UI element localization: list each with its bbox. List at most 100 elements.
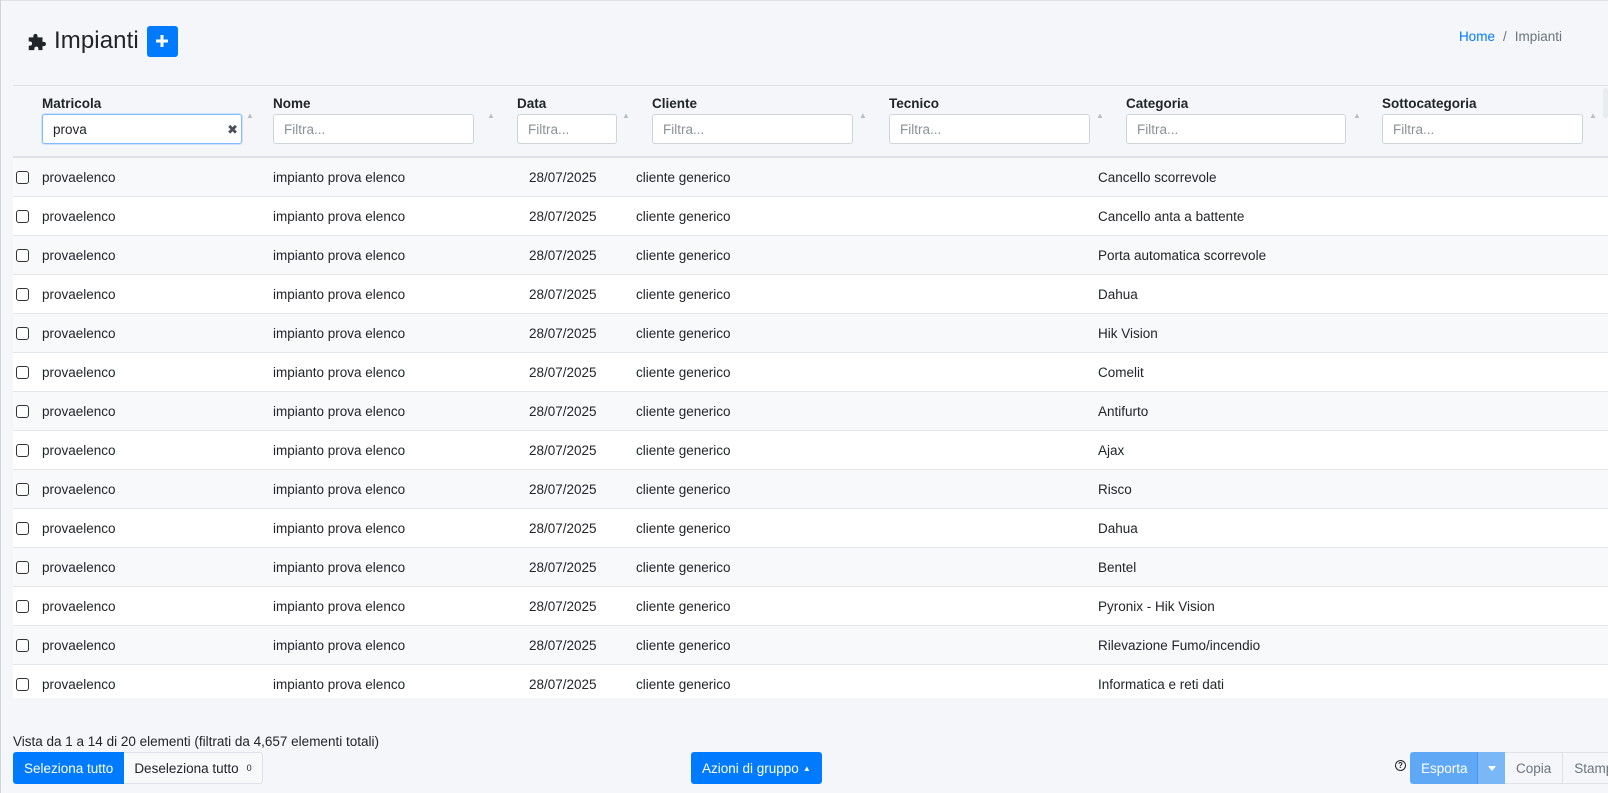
column-header-tecnico: Tecnico (889, 96, 1091, 144)
cell-categoria: Hik Vision (1098, 326, 1158, 341)
column-header-categoria: Categoria (1126, 96, 1348, 144)
column-label: Nome (273, 96, 311, 111)
table-row[interactable]: provaelenco impianto prova elenco 28/07/20… (13, 392, 1608, 431)
cell-cliente: cliente generico (636, 365, 731, 380)
cell-nome: impianto prova elenco (273, 326, 406, 341)
sort-icon[interactable]: ▲ (1353, 111, 1361, 120)
column-header-matricola: Matricola ✖ (42, 96, 252, 144)
page-header: Impianti (26, 24, 178, 58)
cell-nome: impianto prova elenco (273, 677, 406, 692)
table-row[interactable]: provaelenco impianto prova elenco 28/07/20… (13, 587, 1608, 626)
sort-icon[interactable]: ▲ (1589, 111, 1597, 120)
row-checkbox[interactable] (16, 249, 29, 262)
table-row[interactable]: provaelenco impianto prova elenco 28/07/20… (13, 431, 1608, 470)
cell-nome: impianto prova elenco (273, 443, 406, 458)
cell-nome: impianto prova elenco (273, 248, 406, 263)
cell-data: 28/07/2025 (529, 638, 597, 653)
cell-data: 28/07/2025 (529, 404, 597, 419)
row-checkbox[interactable] (16, 522, 29, 535)
table-header: Matricola ✖ ▲ Nome ▲ Data ▲ Cliente ▲ Te… (13, 86, 1608, 158)
table-row[interactable]: provaelenco impianto prova elenco 28/07/20… (13, 314, 1608, 353)
cell-matricola: provaelenco (42, 170, 116, 185)
row-checkbox[interactable] (16, 210, 29, 223)
sort-icon[interactable]: ▲ (859, 111, 867, 120)
column-label: Categoria (1126, 96, 1189, 111)
cell-cliente: cliente generico (636, 170, 731, 185)
table-row[interactable]: provaelenco impianto prova elenco 28/07/20… (13, 158, 1608, 197)
cell-matricola: provaelenco (42, 248, 116, 263)
sort-icon[interactable]: ▲ (487, 111, 495, 120)
filter-input-nome[interactable] (273, 114, 474, 144)
cell-categoria: Rilevazione Fumo/incendio (1098, 638, 1261, 653)
cell-matricola: provaelenco (42, 638, 116, 653)
add-button[interactable] (146, 25, 178, 57)
table-row[interactable]: provaelenco impianto prova elenco 28/07/20… (13, 509, 1608, 548)
filter-input-tecnico[interactable] (889, 114, 1090, 144)
deselect-all-button[interactable]: Deseleziona tutto 0 (124, 752, 263, 784)
cell-categoria: Comelit (1098, 365, 1144, 380)
table-row[interactable]: provaelenco impianto prova elenco 28/07/20… (13, 548, 1608, 587)
cell-nome: impianto prova elenco (273, 170, 406, 185)
sort-icon[interactable]: ▲ (1096, 111, 1104, 120)
filter-input-sottocategoria[interactable] (1382, 114, 1583, 144)
cell-data: 28/07/2025 (529, 170, 597, 185)
cell-nome: impianto prova elenco (273, 209, 406, 224)
export-dropdown-toggle[interactable] (1477, 752, 1505, 784)
cell-cliente: cliente generico (636, 482, 731, 497)
breadcrumb-home-link[interactable]: Home (1459, 29, 1495, 44)
select-all-button[interactable]: Seleziona tutto (13, 752, 125, 784)
cell-matricola: provaelenco (42, 599, 116, 614)
row-checkbox[interactable] (16, 444, 29, 457)
cell-categoria: Informatica e reti dati (1098, 677, 1225, 692)
row-checkbox[interactable] (16, 327, 29, 340)
copy-button[interactable]: Copia (1505, 752, 1564, 784)
table-row[interactable]: provaelenco impianto prova elenco 28/07/20… (13, 236, 1608, 275)
filter-input-categoria[interactable] (1126, 114, 1346, 144)
selected-count-badge: 0 (246, 763, 252, 773)
table-row[interactable]: provaelenco impianto prova elenco 28/07/20… (13, 470, 1608, 509)
print-button[interactable]: Stampa (1563, 752, 1608, 784)
column-header-nome: Nome (273, 96, 475, 144)
row-checkbox[interactable] (16, 483, 29, 496)
breadcrumb-separator: / (1502, 29, 1507, 44)
cell-categoria: Bentel (1098, 560, 1137, 575)
cell-nome: impianto prova elenco (273, 521, 406, 536)
row-checkbox[interactable] (16, 405, 29, 418)
cell-categoria: Cancello scorrevole (1098, 170, 1217, 185)
filter-input-data[interactable] (517, 114, 617, 144)
group-actions-label: Azioni di gruppo (702, 760, 799, 776)
row-checkbox[interactable] (16, 678, 29, 691)
scrollbar-stub[interactable] (1603, 88, 1608, 118)
row-checkbox[interactable] (16, 639, 29, 652)
export-button[interactable]: Esporta (1410, 752, 1477, 784)
cell-data: 28/07/2025 (529, 482, 597, 497)
row-checkbox[interactable] (16, 171, 29, 184)
row-checkbox[interactable] (16, 288, 29, 301)
row-checkbox[interactable] (16, 561, 29, 574)
cell-nome: impianto prova elenco (273, 404, 406, 419)
table-row[interactable]: provaelenco impianto prova elenco 28/07/20… (13, 353, 1608, 392)
group-actions-button[interactable]: Azioni di gruppo ▲ (691, 752, 822, 784)
question-circle-icon[interactable]: ? (1395, 760, 1406, 771)
table-row[interactable]: provaelenco impianto prova elenco 28/07/20… (13, 626, 1608, 665)
row-checkbox[interactable] (16, 366, 29, 379)
cell-cliente: cliente generico (636, 326, 731, 341)
times-icon[interactable]: ✖ (227, 122, 238, 138)
sort-icon[interactable]: ▲ (246, 111, 254, 120)
export-button-group: Esporta Copia Stampa (1410, 752, 1608, 784)
table-row[interactable]: provaelenco impianto prova elenco 28/07/20… (13, 275, 1608, 314)
cell-categoria: Antifurto (1098, 404, 1149, 419)
filter-input-matricola[interactable] (42, 114, 242, 144)
left-border (0, 0, 1, 793)
filter-input-cliente[interactable] (652, 114, 853, 144)
row-checkbox[interactable] (16, 600, 29, 613)
puzzle-piece-icon (28, 33, 46, 51)
table-panel: Matricola ✖ ▲ Nome ▲ Data ▲ Cliente ▲ Te… (13, 85, 1608, 698)
cell-matricola: provaelenco (42, 287, 116, 302)
cell-matricola: provaelenco (42, 404, 116, 419)
table-row[interactable]: provaelenco impianto prova elenco 28/07/20… (13, 665, 1608, 698)
cell-cliente: cliente generico (636, 560, 731, 575)
sort-icon[interactable]: ▲ (622, 111, 630, 120)
cell-cliente: cliente generico (636, 287, 731, 302)
table-row[interactable]: provaelenco impianto prova elenco 28/07/20… (13, 197, 1608, 236)
